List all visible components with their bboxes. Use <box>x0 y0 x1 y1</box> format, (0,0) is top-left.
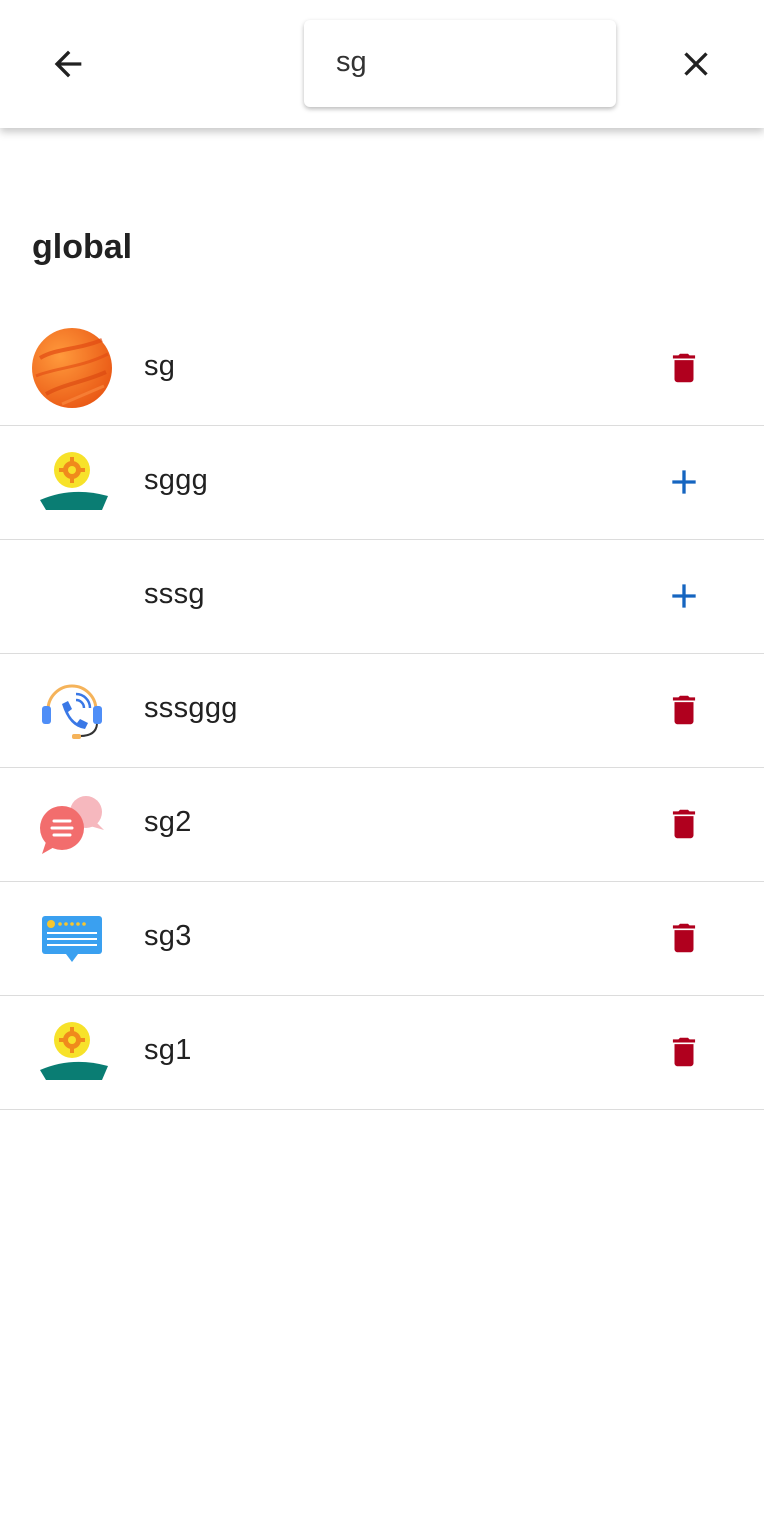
back-button[interactable] <box>40 36 96 92</box>
section-title: global <box>32 228 133 266</box>
app-bar <box>0 0 764 128</box>
search-field[interactable] <box>304 20 616 107</box>
search-input[interactable] <box>336 40 596 84</box>
delete-icon <box>665 691 703 729</box>
orange-planet-icon <box>32 328 112 408</box>
avatar-placeholder <box>32 556 112 636</box>
rating-card-icon <box>32 898 112 978</box>
list-item[interactable]: sssg <box>0 540 764 654</box>
list-item[interactable]: sg2 <box>0 768 764 882</box>
list-item-label: sssggg <box>144 692 238 724</box>
list-item-label: sssg <box>144 578 205 610</box>
delete-button[interactable] <box>656 682 712 738</box>
list-item-label: sg2 <box>144 806 192 838</box>
delete-icon <box>665 1033 703 1071</box>
delete-button[interactable] <box>656 340 712 396</box>
list-item-label: sg3 <box>144 920 192 952</box>
delete-icon <box>665 919 703 957</box>
delete-icon <box>665 805 703 843</box>
list-item-label: sg1 <box>144 1034 192 1066</box>
delete-button[interactable] <box>656 1024 712 1080</box>
chat-bubbles-icon <box>32 784 112 864</box>
results-list: sg sggg sssg sssggg sg2 sg3 sg1 <box>0 312 764 1110</box>
list-item[interactable]: sssggg <box>0 654 764 768</box>
delete-icon <box>665 349 703 387</box>
list-item-label: sggg <box>144 464 209 496</box>
list-item-label: sg <box>144 350 176 382</box>
add-button[interactable] <box>656 568 712 624</box>
add-icon <box>664 462 704 502</box>
gear-sun-island-icon <box>32 1012 112 1092</box>
headset-phone-icon <box>32 670 112 750</box>
results-panel: global sg sggg sssg sssggg sg2 sg3 sg1 <box>0 128 764 1514</box>
clear-search-button[interactable] <box>668 36 724 92</box>
delete-button[interactable] <box>656 910 712 966</box>
add-button[interactable] <box>656 454 712 510</box>
gear-sun-island-icon <box>32 442 112 522</box>
delete-button[interactable] <box>656 796 712 852</box>
list-item[interactable]: sg1 <box>0 996 764 1110</box>
add-icon <box>664 576 704 616</box>
list-item[interactable]: sg <box>0 312 764 426</box>
list-item[interactable]: sggg <box>0 426 764 540</box>
arrow-back-icon <box>54 50 82 78</box>
list-item[interactable]: sg3 <box>0 882 764 996</box>
close-icon <box>684 52 708 76</box>
